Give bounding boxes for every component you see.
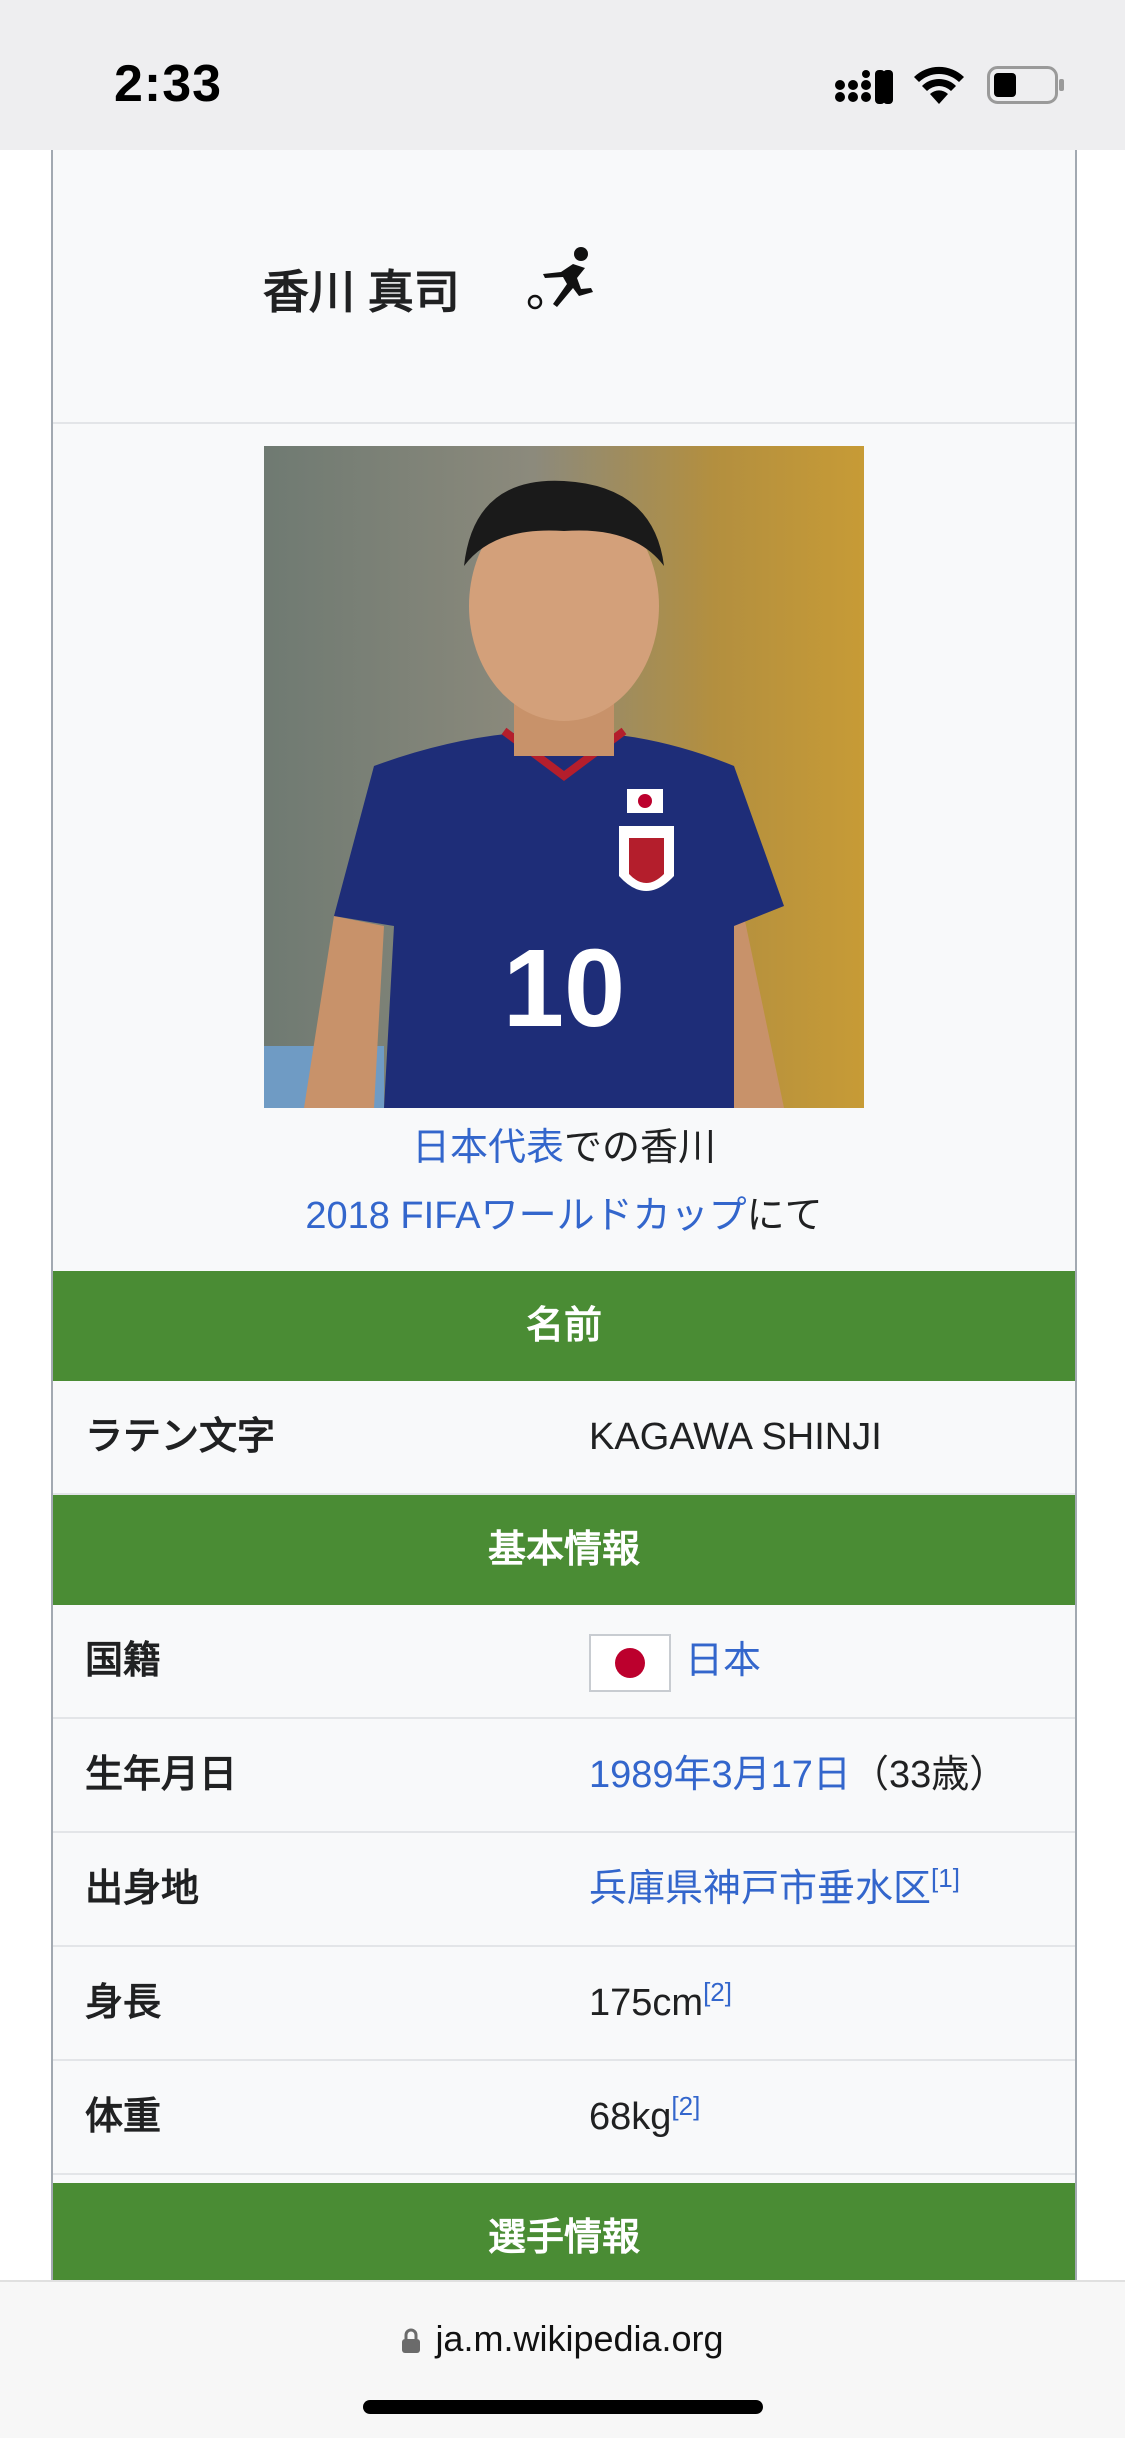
row-latin-name: ラテン文字 KAGAWA SHINJI	[53, 1381, 1075, 1495]
latin-name-value: KAGAWA SHINJI	[589, 1416, 882, 1458]
height-label: 身長	[85, 1982, 162, 2024]
status-time: 2:33	[114, 55, 223, 113]
home-indicator[interactable]	[363, 2400, 763, 2414]
japan-flag-icon[interactable]	[589, 1633, 671, 1692]
japan-link[interactable]: 日本	[685, 1640, 761, 1682]
height-text: 175cm	[589, 1982, 704, 2024]
height-value: 175cm[2]	[589, 1947, 732, 2059]
row-weight: 体重 68kg[2]	[53, 2061, 1075, 2175]
section-header-basic-info: 基本情報	[53, 1495, 1075, 1605]
japan-national-team-link[interactable]: 日本代表	[412, 1127, 564, 1169]
birthplace-label: 出身地	[85, 1868, 200, 1910]
photo-caption-line2: 2018 FIFAワールドカップにて	[53, 1184, 1075, 1239]
birthplace-value: 兵庫県神戸市垂水区[1]	[589, 1833, 960, 1945]
nationality-value: 日本	[589, 1605, 761, 1717]
reference-2-link-weight[interactable]: [2]	[671, 2091, 700, 2121]
url-text: ja.m.wikipedia.org	[435, 2318, 724, 2359]
wifi-icon	[914, 66, 964, 104]
caption-text-1: での香川	[564, 1127, 717, 1169]
weight-label: 体重	[85, 2096, 162, 2138]
svg-text:10: 10	[503, 927, 625, 1050]
birth-date-label: 生年月日	[85, 1754, 238, 1796]
age-text: （33歳）	[850, 1754, 1008, 1796]
status-bar: 2:33	[0, 0, 1125, 150]
cellular-signal-icon	[835, 70, 893, 104]
birth-date-link[interactable]: 1989年3月17日	[589, 1754, 851, 1796]
url-display[interactable]: ja.m.wikipedia.org	[0, 2318, 1125, 2360]
row-birth-date: 生年月日 1989年3月17日（33歳）	[53, 1719, 1075, 1833]
row-height: 身長 175cm[2]	[53, 1947, 1075, 2061]
latin-name-label: ラテン文字	[85, 1416, 276, 1458]
birth-date-value: 1989年3月17日（33歳）	[589, 1719, 1007, 1831]
soccer-player-icon	[527, 247, 593, 310]
caption-text-2: にて	[746, 1195, 823, 1237]
row-birthplace: 出身地 兵庫県神戸市垂水区[1]	[53, 1833, 1075, 1947]
photo-caption-line1: 日本代表での香川	[53, 1116, 1075, 1171]
section-header-player-info: 選手情報	[53, 2183, 1075, 2293]
player-photo[interactable]: 10	[264, 446, 864, 1108]
lock-icon	[402, 2329, 421, 2354]
nationality-label: 国籍	[85, 1640, 162, 1682]
infobox-title-row: 香川 真司	[53, 150, 1075, 424]
reference-2-link[interactable]: [2]	[703, 1977, 732, 2007]
browser-address-bar[interactable]: ja.m.wikipedia.org	[0, 2280, 1125, 2438]
birthplace-link[interactable]: 兵庫県神戸市垂水区	[589, 1868, 931, 1910]
battery-icon	[987, 66, 1064, 104]
weight-text: 68kg	[589, 2096, 672, 2138]
player-name-title: 香川 真司	[263, 266, 460, 318]
section-header-name: 名前	[53, 1271, 1075, 1381]
reference-1-link[interactable]: [1]	[931, 1863, 960, 1893]
row-nationality: 国籍 日本	[53, 1605, 1075, 1719]
infobox: 香川 真司 10 日本代表での香川 2018 FIFAワールドカップにて 名前 …	[51, 150, 1077, 2293]
weight-value: 68kg[2]	[589, 2061, 700, 2173]
world-cup-2018-link[interactable]: 2018 FIFAワールドカップ	[305, 1195, 746, 1237]
